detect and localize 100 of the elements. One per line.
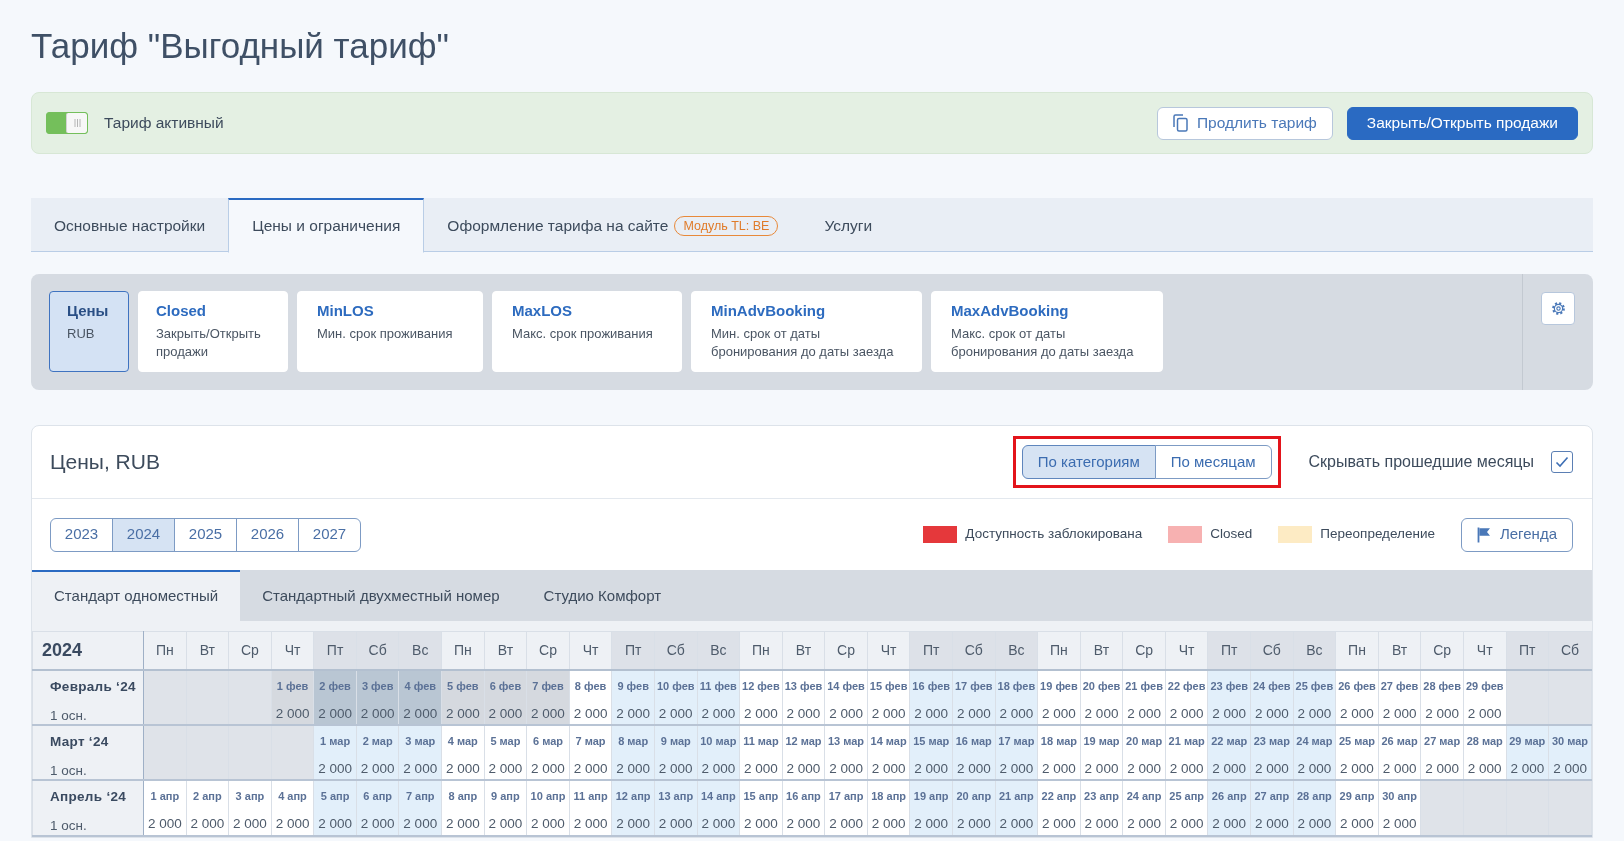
day-cell[interactable]: 7 мар 2 000: [569, 724, 612, 781]
tab[interactable]: Оформление тарифа на сайте Модуль TL: BE: [424, 198, 802, 252]
restriction-card[interactable]: MaxAdvBooking Макс. срок от даты бронирования до даты заезда: [931, 291, 1163, 372]
day-cell[interactable]: 13 фев 2 000: [782, 669, 825, 725]
day-cell[interactable]: 12 апр 2 000: [611, 780, 655, 836]
day-cell[interactable]: 2 фев 2 000: [313, 669, 357, 725]
restriction-card[interactable]: Цены RUB: [49, 291, 129, 372]
day-cell[interactable]: 8 мар 2 000: [611, 724, 655, 781]
day-cell[interactable]: 29 фев 2 000: [1463, 669, 1506, 725]
day-cell[interactable]: 1 апр 2 000: [143, 780, 187, 836]
day-cell[interactable]: 24 фев 2 000: [1250, 669, 1294, 725]
day-cell[interactable]: 25 апр 2 000: [1165, 780, 1208, 836]
day-cell[interactable]: 12 фев 2 000: [739, 669, 783, 725]
day-cell[interactable]: 23 мар 2 000: [1250, 724, 1294, 781]
day-cell[interactable]: 9 апр 2 000: [484, 780, 527, 836]
day-cell[interactable]: 27 мар 2 000: [1420, 724, 1464, 781]
day-cell[interactable]: 24 мар 2 000: [1293, 724, 1336, 781]
day-cell[interactable]: 13 апр 2 000: [654, 780, 697, 836]
day-cell[interactable]: 22 апр 2 000: [1037, 780, 1081, 836]
day-cell[interactable]: 24 апр 2 000: [1122, 780, 1166, 836]
tab[interactable]: Основные настройки: [31, 198, 229, 252]
day-cell[interactable]: 25 фев 2 000: [1293, 669, 1336, 725]
room-tab[interactable]: Стандарт одноместный: [32, 570, 241, 621]
day-cell[interactable]: 6 апр 2 000: [356, 780, 399, 836]
day-cell[interactable]: 26 апр 2 000: [1207, 780, 1251, 836]
tab[interactable]: Цены и ограничения: [228, 198, 425, 253]
year-button[interactable]: 2024: [112, 517, 175, 552]
day-cell[interactable]: 14 апр 2 000: [697, 780, 740, 836]
day-cell[interactable]: 1 мар 2 000: [313, 724, 357, 781]
day-cell[interactable]: 19 апр 2 000: [909, 780, 953, 836]
day-cell[interactable]: 19 фев 2 000: [1037, 669, 1081, 725]
day-cell[interactable]: 9 фев 2 000: [611, 669, 655, 725]
day-cell[interactable]: 25 мар 2 000: [1335, 724, 1379, 781]
settings-button[interactable]: [1541, 292, 1575, 325]
day-cell[interactable]: 8 фев 2 000: [569, 669, 612, 725]
sales-button[interactable]: Закрыть/Открыть продажи: [1346, 106, 1578, 140]
day-cell[interactable]: 18 фев 2 000: [995, 669, 1038, 725]
day-cell[interactable]: 8 апр 2 000: [441, 780, 485, 836]
day-cell[interactable]: 22 мар 2 000: [1207, 724, 1251, 781]
legend-button[interactable]: Легенда: [1460, 517, 1573, 552]
restriction-card[interactable]: Closed Закрыть/Открыть продажи: [138, 291, 288, 372]
day-cell[interactable]: 4 фев 2 000: [398, 669, 442, 725]
day-cell[interactable]: 17 апр 2 000: [824, 780, 868, 836]
day-cell[interactable]: 3 фев 2 000: [356, 669, 399, 725]
day-cell[interactable]: 29 апр 2 000: [1335, 780, 1379, 836]
day-cell[interactable]: 28 фев 2 000: [1420, 669, 1464, 725]
toggle-switch[interactable]: [46, 112, 88, 134]
day-cell[interactable]: 10 фев 2 000: [654, 669, 697, 725]
day-cell[interactable]: 21 апр 2 000: [995, 780, 1038, 836]
checkbox[interactable]: [1551, 451, 1573, 473]
day-cell[interactable]: 20 апр 2 000: [952, 780, 996, 836]
restriction-card[interactable]: MinLOS Мин. срок проживания: [297, 291, 483, 372]
day-cell[interactable]: 27 апр 2 000: [1250, 780, 1294, 836]
day-cell[interactable]: 12 мар 2 000: [782, 724, 825, 781]
day-cell[interactable]: 14 фев 2 000: [824, 669, 868, 725]
tab[interactable]: Услуги: [801, 198, 896, 252]
day-cell[interactable]: 15 мар 2 000: [909, 724, 953, 781]
day-cell[interactable]: 28 апр 2 000: [1293, 780, 1336, 836]
day-cell[interactable]: 10 мар 2 000: [697, 724, 740, 781]
day-cell[interactable]: 3 мар 2 000: [398, 724, 442, 781]
day-cell[interactable]: 10 апр 2 000: [526, 780, 570, 836]
day-cell[interactable]: 6 фев 2 000: [484, 669, 527, 725]
day-cell[interactable]: 22 фев 2 000: [1165, 669, 1208, 725]
day-cell[interactable]: 11 мар 2 000: [739, 724, 783, 781]
day-cell[interactable]: 2 мар 2 000: [356, 724, 399, 781]
day-cell[interactable]: 21 фев 2 000: [1122, 669, 1166, 725]
room-tab[interactable]: Студио Комфорт: [521, 570, 684, 621]
day-cell[interactable]: 28 мар 2 000: [1463, 724, 1506, 781]
extend-button[interactable]: Продлить тариф: [1156, 106, 1333, 140]
restriction-card[interactable]: MinAdvBooking Мин. срок от даты бронирования до даты заезда: [691, 291, 922, 372]
day-cell[interactable]: 5 апр 2 000: [313, 780, 357, 836]
day-cell[interactable]: 7 фев 2 000: [526, 669, 570, 725]
day-cell[interactable]: 7 апр 2 000: [398, 780, 442, 836]
day-cell[interactable]: 27 фев 2 000: [1378, 669, 1421, 725]
day-cell[interactable]: 26 мар 2 000: [1378, 724, 1421, 781]
day-cell[interactable]: 4 мар 2 000: [441, 724, 485, 781]
day-cell[interactable]: 26 фев 2 000: [1335, 669, 1379, 725]
day-cell[interactable]: 11 фев 2 000: [697, 669, 740, 725]
room-tab[interactable]: Стандартный двухместный номер: [240, 570, 522, 621]
day-cell[interactable]: 30 апр 2 000: [1378, 780, 1421, 836]
day-cell[interactable]: 23 фев 2 000: [1207, 669, 1251, 725]
year-button[interactable]: 2023: [50, 517, 113, 552]
day-cell[interactable]: 17 мар 2 000: [995, 724, 1038, 781]
day-cell[interactable]: 30 мар 2 000: [1548, 724, 1592, 781]
day-cell[interactable]: 4 апр 2 000: [271, 780, 314, 836]
day-cell[interactable]: 23 апр 2 000: [1080, 780, 1123, 836]
year-button[interactable]: 2027: [298, 517, 361, 552]
day-cell[interactable]: 29 мар 2 000: [1506, 724, 1549, 781]
day-cell[interactable]: 11 апр 2 000: [569, 780, 612, 836]
day-cell[interactable]: 5 мар 2 000: [484, 724, 527, 781]
restriction-card[interactable]: MaxLOS Макс. срок проживания: [492, 291, 682, 372]
day-cell[interactable]: 6 мар 2 000: [526, 724, 570, 781]
day-cell[interactable]: 13 мар 2 000: [824, 724, 868, 781]
day-cell[interactable]: 16 мар 2 000: [952, 724, 996, 781]
day-cell[interactable]: 16 фев 2 000: [909, 669, 953, 725]
day-cell[interactable]: 15 фев 2 000: [867, 669, 910, 725]
view-option[interactable]: По категориям: [1021, 445, 1156, 479]
day-cell[interactable]: 5 фев 2 000: [441, 669, 485, 725]
year-button[interactable]: 2025: [174, 517, 237, 552]
day-cell[interactable]: 1 фев 2 000: [271, 669, 314, 725]
